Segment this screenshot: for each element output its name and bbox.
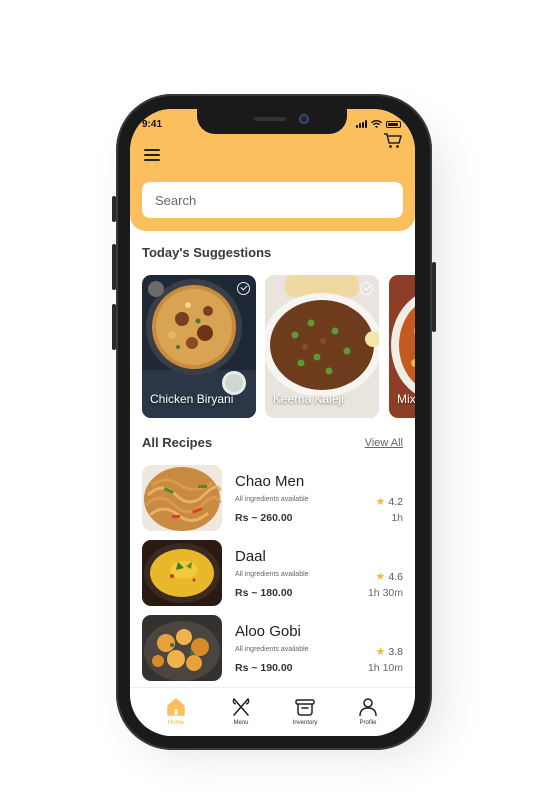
- nav-label: Inventory: [292, 720, 318, 726]
- app-screen: 9:41 Today's: [130, 109, 415, 736]
- recipe-availability: All ingredients available: [235, 496, 309, 503]
- all-recipes-title: All Recipes: [142, 435, 213, 450]
- recipe-time: 1h 10m: [367, 662, 403, 674]
- person-icon: [359, 698, 377, 717]
- suggestions-carousel[interactable]: Chicken Biryani Keema Kaleji Mix: [142, 275, 415, 418]
- recipe-price: Rs ~ 190.00: [235, 662, 293, 674]
- recipe-row[interactable]: Daal All ingredients available Rs ~ 180.…: [142, 540, 403, 606]
- recipe-name: Daal: [235, 548, 266, 565]
- rating-value: 4.6: [388, 570, 403, 583]
- selected-check-icon: [360, 282, 373, 295]
- recipe-row[interactable]: Aloo Gobi All ingredients available Rs ~…: [142, 615, 403, 681]
- rating-value: 3.8: [388, 645, 403, 658]
- nav-label: Menu: [233, 720, 249, 726]
- hamburger-icon[interactable]: [144, 149, 160, 161]
- recipe-name: Chao Men: [235, 473, 305, 490]
- star-icon: ★: [375, 646, 386, 658]
- recipe-time: 1h 30m: [367, 587, 403, 599]
- recipe-time: 1h: [391, 512, 403, 524]
- view-all-link[interactable]: View All: [365, 437, 403, 449]
- status-icons: [356, 120, 401, 128]
- recipe-name: Aloo Gobi: [235, 623, 301, 640]
- speaker: [254, 117, 286, 121]
- aloo-gobi-image: [142, 615, 222, 681]
- wifi-icon: [371, 120, 382, 128]
- recipe-rating: ★ 4.6: [375, 570, 403, 584]
- selected-check-icon: [237, 282, 250, 295]
- pot-icon: [295, 699, 315, 716]
- battery-icon: [386, 120, 401, 128]
- utensils-icon: [232, 698, 250, 716]
- cart-icon[interactable]: [383, 132, 403, 149]
- side-button-mute: [112, 196, 116, 222]
- recipe-price: Rs ~ 260.00: [235, 512, 293, 524]
- stage: 9:41 Today's: [0, 0, 543, 812]
- nav-label: Home: [167, 720, 184, 726]
- signal-icon: [356, 120, 367, 128]
- recipe-row[interactable]: Chao Men All ingredients available Rs ~ …: [142, 465, 403, 531]
- search-input[interactable]: [142, 182, 403, 218]
- daal-image: [142, 540, 222, 606]
- suggestion-label: Chicken Biryani: [150, 392, 234, 406]
- suggestion-card[interactable]: Chicken Biryani: [142, 275, 256, 418]
- front-camera: [299, 114, 309, 124]
- suggestion-label: Mix: [397, 392, 415, 406]
- recipe-availability: All ingredients available: [235, 646, 309, 653]
- recipe-price: Rs ~ 180.00: [235, 587, 293, 599]
- bottom-nav: Home Menu Inventory Profile: [130, 687, 415, 736]
- side-button-power: [432, 262, 436, 332]
- recipe-rating: ★ 4.2: [375, 495, 403, 509]
- suggestion-card[interactable]: Mix: [389, 275, 415, 418]
- status-time: 9:41: [142, 119, 163, 130]
- suggestions-title: Today's Suggestions: [142, 245, 272, 260]
- header: 9:41: [130, 109, 415, 231]
- recipe-rating: ★ 3.8: [375, 645, 403, 659]
- star-icon: ★: [375, 571, 386, 583]
- suggestion-card[interactable]: Keema Kaleji: [265, 275, 379, 418]
- star-icon: ★: [375, 496, 386, 508]
- rating-value: 4.2: [388, 495, 403, 508]
- suggestion-label: Keema Kaleji: [273, 392, 344, 406]
- nav-label: Profile: [359, 720, 377, 726]
- nav-inventory[interactable]: Inventory: [283, 697, 327, 726]
- side-button-volume-down: [112, 304, 116, 350]
- notch: [197, 109, 347, 134]
- side-button-volume-up: [112, 244, 116, 290]
- nav-home[interactable]: Home: [154, 697, 198, 726]
- nav-profile[interactable]: Profile: [346, 697, 390, 726]
- nav-menu[interactable]: Menu: [219, 697, 263, 726]
- recipe-availability: All ingredients available: [235, 571, 309, 578]
- home-icon: [167, 698, 185, 716]
- chao-men-image: [142, 465, 222, 531]
